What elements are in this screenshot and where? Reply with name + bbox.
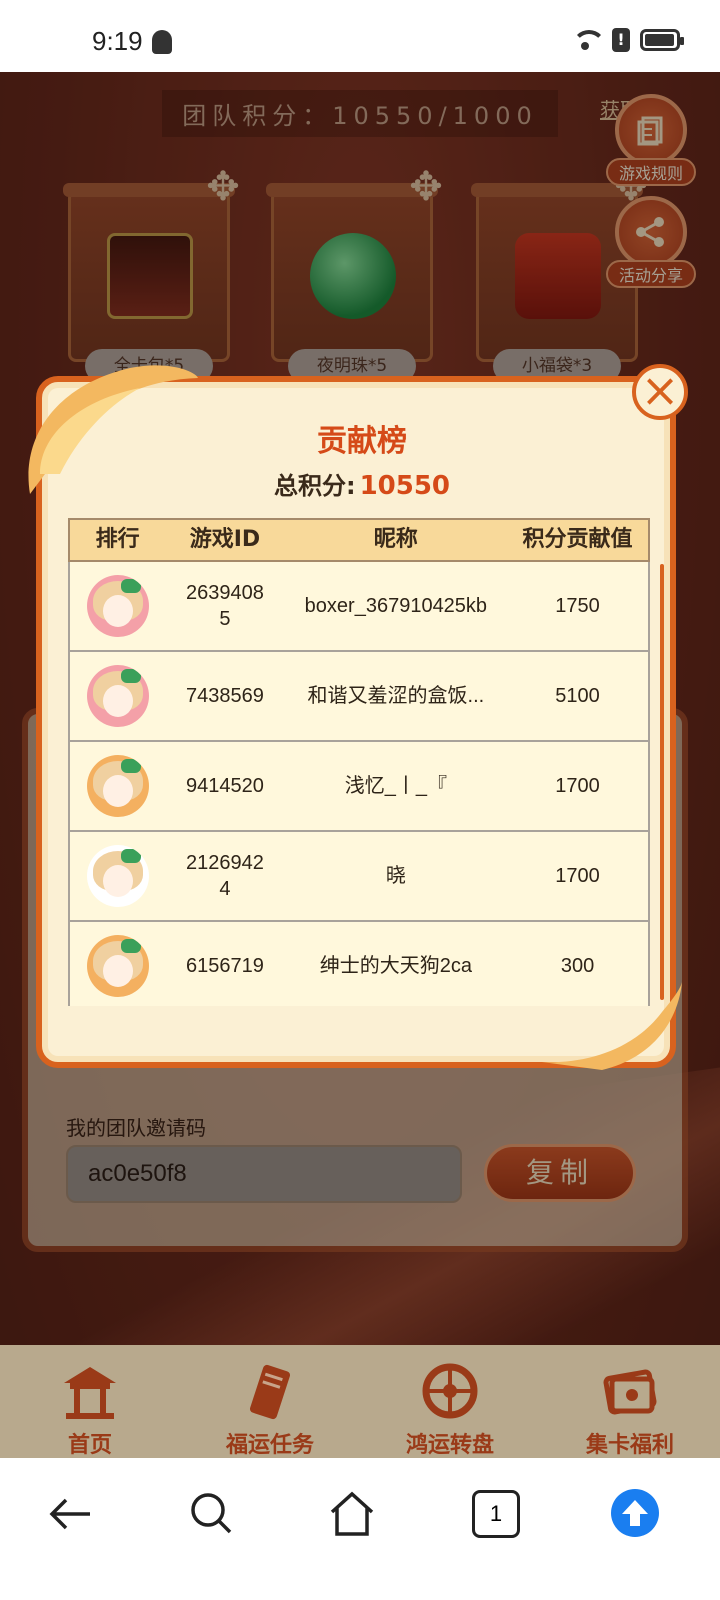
table-row: 6156719 绅士的大天狗2ca 300 xyxy=(68,922,650,1006)
avatar xyxy=(86,845,149,907)
rank-cell xyxy=(70,575,165,637)
rank-cell xyxy=(70,665,165,727)
scroll-icon xyxy=(250,1364,290,1420)
nickname-cell: boxer_367910425kb xyxy=(304,595,488,617)
leaderboard-table[interactable]: 排行 游戏ID 昵称 积分贡献值 26394085 boxer_36791042… xyxy=(68,518,650,1006)
column-game-id: 游戏ID xyxy=(189,527,261,552)
status-time: 9:19 xyxy=(92,26,143,56)
alert-icon: ! xyxy=(612,28,630,52)
rank-cell xyxy=(70,935,165,997)
nav-item-home[interactable]: 首页 xyxy=(0,1345,180,1458)
nav-label: 鸿运转盘 xyxy=(405,1433,494,1458)
avatar xyxy=(86,665,149,727)
table-row: 9414520 浅忆_丨_『 1700 xyxy=(68,742,650,832)
close-icon[interactable]: × xyxy=(632,364,688,420)
pavilion-icon xyxy=(64,1367,116,1419)
points-cell: 1700 xyxy=(555,865,600,887)
table-row: 7438569 和谐又羞涩的盒饭... 5100 xyxy=(68,652,650,742)
nickname-cell: 和谐又羞涩的盒饭... xyxy=(307,685,485,707)
nickname-cell: 浅忆_丨_『 xyxy=(344,775,447,797)
modal-title: 贡献榜 xyxy=(317,424,407,459)
status-icons: ! xyxy=(570,28,684,52)
total-points: 总积分: 10550 xyxy=(42,466,682,501)
total-points-label: 总积分: xyxy=(273,472,356,500)
tabs-button[interactable]: 1 xyxy=(472,1490,520,1538)
column-rank: 排行 xyxy=(95,527,140,552)
back-icon[interactable] xyxy=(46,1490,94,1538)
nav-label: 集卡福利 xyxy=(585,1433,674,1458)
column-nickname: 昵称 xyxy=(373,527,418,552)
table-row: 26394085 boxer_367910425kb 1750 xyxy=(68,562,650,652)
scroll-to-top-icon[interactable] xyxy=(610,1488,660,1538)
game-id-cell: 7438569 xyxy=(186,685,264,707)
game-id-cell: 9414520 xyxy=(186,775,264,797)
points-cell: 300 xyxy=(560,955,595,977)
total-points-value: 10550 xyxy=(359,471,451,501)
wifi-icon xyxy=(570,28,606,52)
nickname-cell: 绅士的大天狗2ca xyxy=(319,955,472,977)
cards-icon xyxy=(603,1369,657,1415)
nickname-cell: 晓 xyxy=(385,865,406,887)
rank-cell xyxy=(70,755,165,817)
battery-icon xyxy=(640,29,684,51)
qq-notification-icon xyxy=(152,30,172,54)
avatar xyxy=(86,575,149,637)
avatar xyxy=(86,755,149,817)
home-icon[interactable] xyxy=(328,1490,376,1538)
table-scrollbar[interactable] xyxy=(660,564,664,1000)
points-cell: 1700 xyxy=(555,775,600,797)
table-header: 排行 游戏ID 昵称 积分贡献值 xyxy=(68,518,650,562)
game-nav-bar: 首页 福运任务 鸿运转盘 集卡福利 xyxy=(0,1345,720,1458)
nav-label: 首页 xyxy=(67,1433,112,1458)
game-id-cell: 26394085 xyxy=(186,582,264,630)
browser-toolbar: 1 xyxy=(0,1458,720,1600)
rank-cell xyxy=(70,845,165,907)
points-cell: 1750 xyxy=(555,595,600,617)
nav-item-cards[interactable]: 集卡福利 xyxy=(540,1345,720,1458)
search-icon[interactable] xyxy=(188,1490,236,1538)
table-row: 21269424 晓 1700 xyxy=(68,832,650,922)
leaderboard-modal: 贡献榜 总积分: 10550 排行 游戏ID 昵称 积分贡献值 26394085 … xyxy=(28,365,682,1070)
nav-label: 福运任务 xyxy=(225,1433,314,1458)
game-id-cell: 6156719 xyxy=(186,955,264,977)
status-bar: 9:19 ! xyxy=(0,0,720,72)
points-cell: 5100 xyxy=(555,685,600,707)
nav-item-wheel[interactable]: 鸿运转盘 xyxy=(360,1345,540,1458)
wheel-icon xyxy=(422,1363,478,1419)
avatar xyxy=(86,935,149,997)
game-id-cell: 21269424 xyxy=(186,852,264,900)
nav-item-tasks[interactable]: 福运任务 xyxy=(180,1345,360,1458)
column-points: 积分贡献值 xyxy=(522,527,633,552)
